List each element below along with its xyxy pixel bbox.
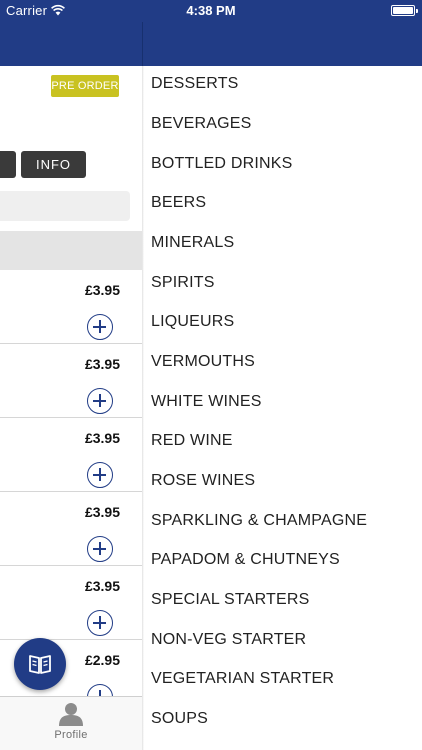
menu-item-papadom-chutneys[interactable]: PAPADOM & CHUTNEYS (151, 542, 340, 578)
category-menu: DESSERTS BEVERAGES BOTTLED DRINKS BEERS … (144, 66, 422, 750)
item-price: £3.95 (84, 430, 120, 446)
status-bar: Carrier 4:38 PM (0, 0, 422, 22)
list-item[interactable]: £3.95 (0, 566, 142, 640)
list-item[interactable]: £3.95 (0, 418, 142, 492)
menu-item-non-veg-starter[interactable]: NON-VEG STARTER (151, 622, 306, 658)
menu-item-spirits[interactable]: SPIRITS (151, 265, 215, 301)
add-icon[interactable] (87, 314, 113, 340)
menu-item-desserts[interactable]: DESSERTS (151, 66, 239, 102)
menu-item-minerals[interactable]: MINERALS (151, 225, 234, 261)
segment-button-left[interactable] (0, 151, 16, 178)
info-button[interactable]: INFO (21, 151, 86, 178)
tab-profile-label: Profile (54, 729, 88, 741)
clock-time: 4:38 PM (186, 3, 236, 18)
battery-icon (391, 5, 418, 16)
list-item[interactable]: £3.95 (0, 270, 142, 344)
item-price: £3.95 (84, 578, 120, 594)
menu-item-beers[interactable]: BEERS (151, 185, 206, 221)
item-price: £2.95 (84, 652, 120, 668)
add-icon[interactable] (87, 388, 113, 414)
tab-bar: Profile (0, 696, 142, 750)
menu-item-white-wines[interactable]: WHITE WINES (151, 384, 262, 420)
menu-fab-button[interactable] (14, 638, 66, 690)
menu-item-rose-wines[interactable]: ROSE WINES (151, 463, 255, 499)
header-divider (142, 22, 143, 66)
pre-order-button[interactable]: PRE ORDER (51, 75, 119, 97)
search-input[interactable] (0, 191, 130, 221)
menu-item-beverages[interactable]: BEVERAGES (151, 106, 252, 142)
menu-item-soups[interactable]: SOUPS (151, 701, 208, 737)
add-icon[interactable] (87, 536, 113, 562)
item-price: £3.95 (84, 282, 120, 298)
profile-icon (59, 703, 83, 726)
menu-item-special-starters[interactable]: SPECIAL STARTERS (151, 582, 310, 618)
menu-item-vermouths[interactable]: VERMOUTHS (151, 344, 255, 380)
add-icon[interactable] (87, 462, 113, 488)
list-item[interactable]: £3.95 (0, 492, 142, 566)
item-price: £3.95 (84, 504, 120, 520)
menu-item-sparkling-champagne[interactable]: SPARKLING & CHAMPAGNE (151, 503, 367, 539)
menu-book-icon (29, 655, 51, 674)
app-header: Carrier 4:38 PM (0, 0, 422, 66)
add-icon[interactable] (87, 610, 113, 636)
list-item[interactable]: £3.95 (0, 344, 142, 418)
section-header-band (0, 231, 142, 270)
menu-item-vegetarian-starter[interactable]: VEGETARIAN STARTER (151, 661, 334, 697)
menu-item-red-wine[interactable]: RED WINE (151, 423, 233, 459)
menu-item-liqueurs[interactable]: LIQUEURS (151, 304, 234, 340)
menu-item-bottled-drinks[interactable]: BOTTLED DRINKS (151, 146, 293, 182)
item-price: £3.95 (84, 356, 120, 372)
